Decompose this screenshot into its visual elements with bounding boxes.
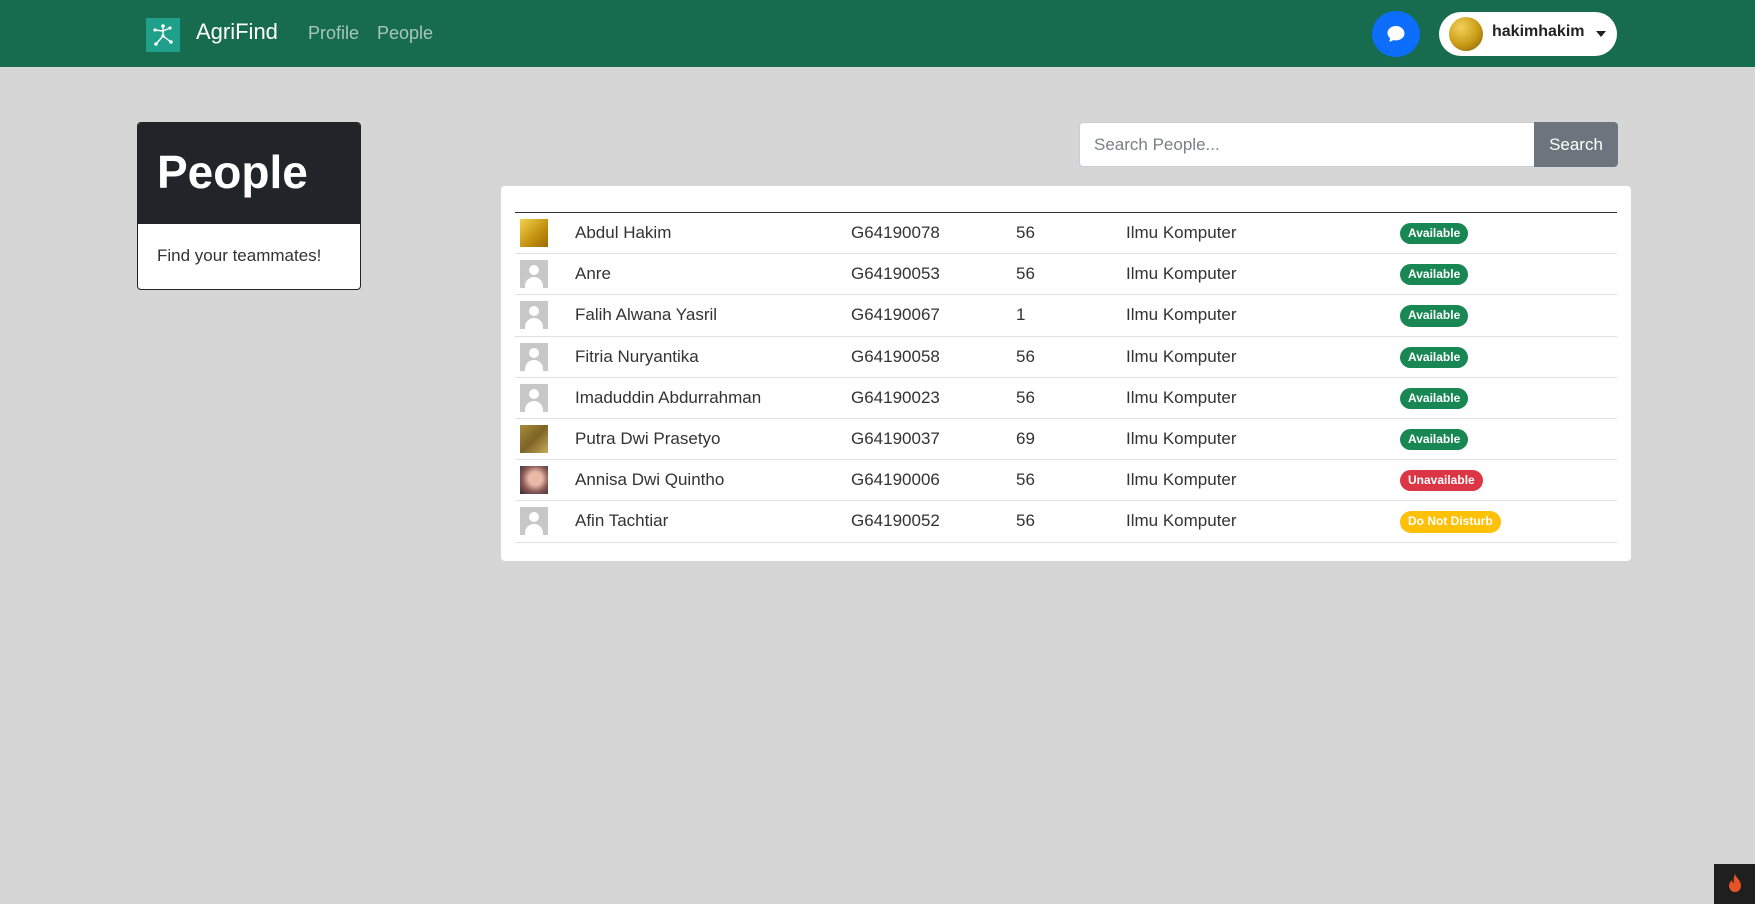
- person-department: Ilmu Komputer: [1126, 470, 1237, 490]
- table-row[interactable]: Fitria Nuryantika G64190058 56 Ilmu Kompute…: [515, 336, 1617, 378]
- chat-button[interactable]: [1372, 11, 1420, 57]
- person-number: 56: [1016, 387, 1035, 407]
- person-name[interactable]: Imaduddin Abdurrahman: [575, 377, 851, 418]
- person-nim: G64190006: [851, 470, 940, 490]
- table-row[interactable]: Putra Dwi Prasetyo G64190037 69 Ilmu Komput…: [515, 418, 1617, 460]
- search-button[interactable]: Search: [1534, 122, 1618, 167]
- gold-avatar: [520, 219, 548, 248]
- person-name[interactable]: Falih Alwana Yasril: [575, 295, 851, 336]
- default-avatar: [520, 507, 548, 536]
- person-nim: G64190037: [851, 429, 940, 449]
- person-nim: G64190058: [851, 346, 940, 366]
- person-number: 56: [1016, 223, 1035, 243]
- table-row[interactable]: Annisa Dwi Quintho G64190006 56 Ilmu Komput…: [515, 460, 1617, 501]
- page-title: People: [138, 123, 360, 224]
- status-badge: Available: [1400, 264, 1469, 286]
- people-info-card: People Find your teammates!: [137, 122, 361, 290]
- person-department: Ilmu Komputer: [1126, 429, 1237, 449]
- status-badge: Available: [1400, 346, 1469, 368]
- person-name[interactable]: Putra Dwi Prasetyo: [575, 418, 851, 459]
- default-avatar: [520, 301, 548, 330]
- photo-avatar: [520, 466, 548, 495]
- chat-bubble-icon: [1387, 26, 1405, 42]
- status-badge: Unavailable: [1400, 470, 1483, 492]
- default-avatar: [520, 383, 548, 412]
- person-name[interactable]: Abdul Hakim: [575, 213, 851, 254]
- default-avatar: [520, 260, 548, 289]
- person-nim: G64190052: [851, 511, 940, 531]
- table-row[interactable]: Imaduddin Abdurrahman G64190023 56 Ilmu Kom…: [515, 377, 1617, 419]
- person-department: Ilmu Komputer: [1126, 511, 1237, 531]
- status-badge: Available: [1400, 428, 1469, 451]
- user-menu-button[interactable]: hakimhakim: [1439, 12, 1617, 56]
- olive-avatar: [520, 425, 548, 454]
- person-number: 56: [1016, 264, 1035, 284]
- people-table-panel: Abdul Hakim G64190078 56 Ilmu Komputer Avail…: [501, 186, 1631, 561]
- person-number: 56: [1016, 511, 1035, 531]
- person-department: Ilmu Komputer: [1126, 264, 1237, 284]
- flame-icon: [1728, 874, 1741, 892]
- table-row[interactable]: Falih Alwana Yasril G64190067 1 Ilmu Komput…: [515, 295, 1617, 337]
- status-badge: Available: [1400, 305, 1469, 327]
- person-nim: G64190053: [851, 264, 940, 284]
- debug-toolbar-button[interactable]: [1714, 864, 1755, 904]
- brand-logo-icon[interactable]: [146, 18, 180, 52]
- person-name[interactable]: Annisa Dwi Quintho: [575, 460, 851, 501]
- person-nim: G64190067: [851, 305, 940, 325]
- person-department: Ilmu Komputer: [1126, 305, 1237, 325]
- person-number: 56: [1016, 470, 1035, 490]
- avatar: [1449, 17, 1483, 51]
- search-input[interactable]: [1079, 122, 1535, 167]
- table-row[interactable]: Anre G64190053 56 Ilmu Komputer Available: [515, 254, 1617, 295]
- person-name[interactable]: Afin Tachtiar: [575, 501, 851, 542]
- caret-down-icon: [1596, 31, 1606, 37]
- brand-name[interactable]: AgriFind: [196, 19, 278, 45]
- person-name[interactable]: Fitria Nuryantika: [575, 336, 851, 377]
- status-badge: Do Not Disturb: [1400, 511, 1501, 533]
- person-nim: G64190023: [851, 387, 940, 407]
- person-number: 1: [1016, 305, 1026, 325]
- person-number: 56: [1016, 346, 1035, 366]
- person-department: Ilmu Komputer: [1126, 223, 1237, 243]
- default-avatar: [520, 342, 548, 371]
- nav-link-people[interactable]: People: [377, 23, 433, 44]
- page-subtitle: Find your teammates!: [157, 246, 322, 265]
- person-number: 69: [1016, 429, 1035, 449]
- status-badge: Available: [1400, 387, 1469, 409]
- person-nim: G64190078: [851, 223, 940, 243]
- username: hakimhakim: [1492, 23, 1585, 40]
- person-name[interactable]: Anre: [575, 254, 851, 295]
- top-navbar: AgriFind Profile People hakimhakim: [0, 0, 1755, 67]
- person-department: Ilmu Komputer: [1126, 346, 1237, 366]
- people-table: Abdul Hakim G64190078 56 Ilmu Komputer Avail…: [515, 212, 1617, 543]
- nav-link-profile[interactable]: Profile: [308, 23, 359, 44]
- table-row[interactable]: Afin Tachtiar G64190052 56 Ilmu Komputer Do …: [515, 501, 1617, 542]
- table-row[interactable]: Abdul Hakim G64190078 56 Ilmu Komputer Avail…: [515, 213, 1617, 254]
- person-department: Ilmu Komputer: [1126, 387, 1237, 407]
- status-badge: Available: [1400, 223, 1469, 245]
